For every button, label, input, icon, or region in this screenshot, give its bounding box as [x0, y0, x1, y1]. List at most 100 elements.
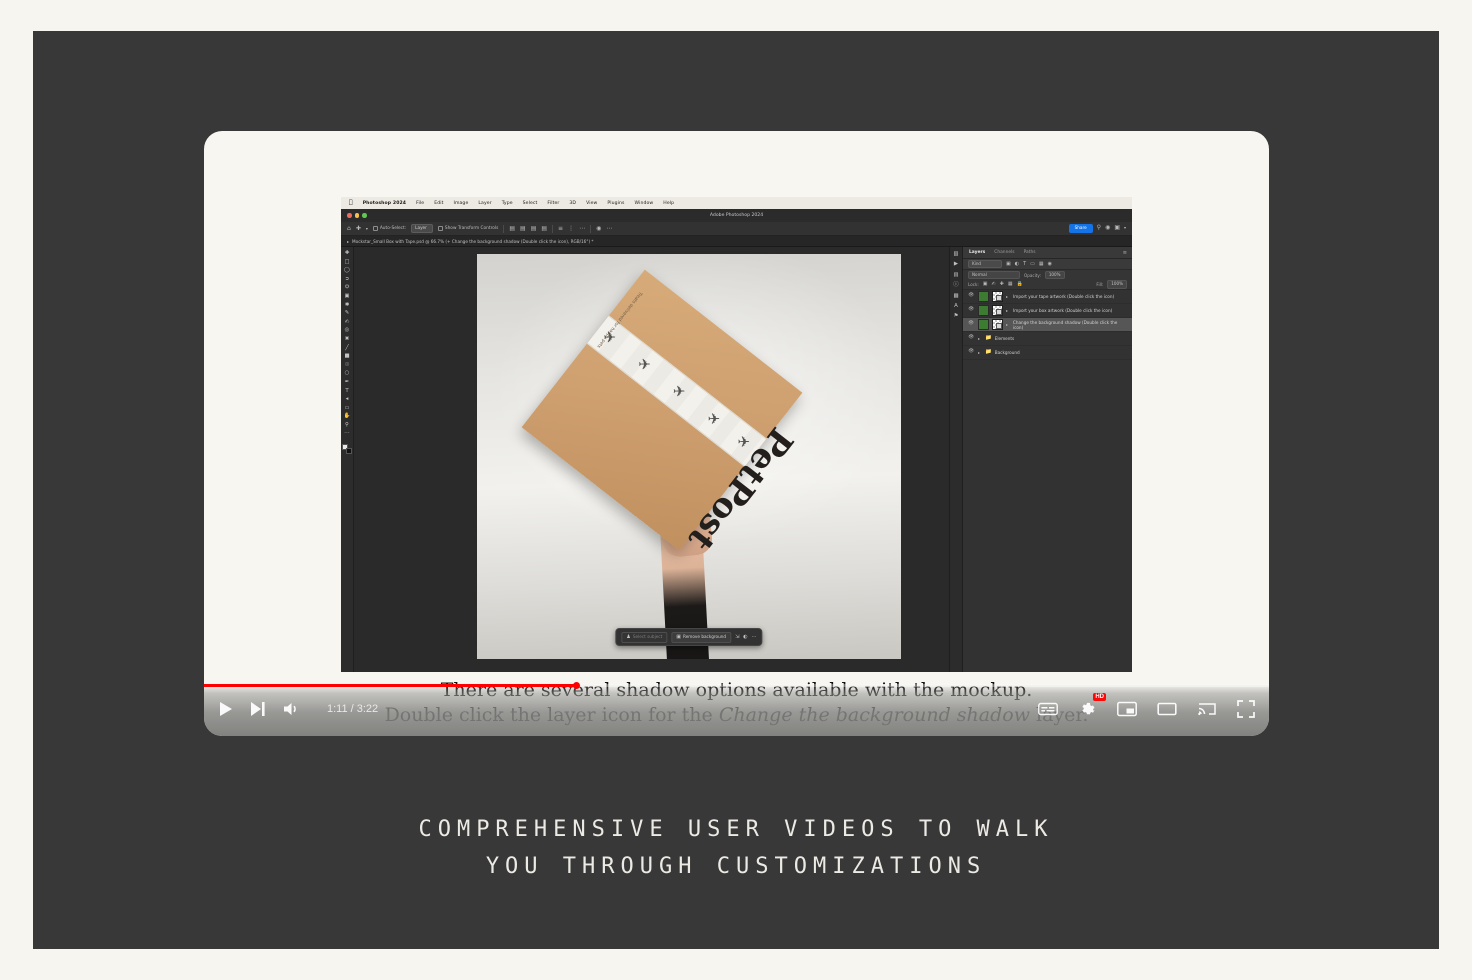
options-bar-right-group[interactable]: Share ⚲ ◉ ▣ ▾ — [1068, 224, 1126, 233]
eyedropper-tool-icon[interactable]: ✱ — [345, 302, 350, 308]
layer-list[interactable]: 👁 ▸ Import your tape artwork (Double cli… — [963, 290, 1132, 672]
smart-object-thumbnail[interactable] — [992, 305, 1003, 316]
menubar-item-filter[interactable]: Filter — [547, 201, 559, 206]
info-panel-icon[interactable]: ⓘ — [953, 282, 958, 288]
menubar-item-view[interactable]: View — [586, 201, 597, 206]
chevron-right-icon[interactable]: ▸ — [978, 350, 982, 355]
menubar-item-type[interactable]: Type — [502, 201, 513, 206]
background-color[interactable] — [346, 448, 352, 455]
align-horizontal-centers-icon[interactable]: ▤ — [520, 225, 526, 232]
character-panel-icon[interactable]: A — [954, 303, 958, 309]
panel-menu-icon[interactable]: ≡ — [1123, 250, 1127, 256]
smart-object-thumbnail[interactable] — [991, 319, 1003, 330]
remove-background-button[interactable]: ▣ Remove background — [671, 631, 732, 643]
type-tool-icon[interactable]: T — [345, 388, 348, 394]
workspace-switcher-icon[interactable]: ▣ — [1114, 225, 1120, 231]
next-video-button[interactable] — [250, 701, 266, 717]
filter-type-layers-icon[interactable]: T — [1023, 261, 1026, 267]
checkbox-icon[interactable] — [372, 226, 378, 231]
filter-smart-objects-icon[interactable]: ▦ — [1039, 261, 1044, 267]
layers-panel[interactable]: Layers Channels Paths ≡ Kind ▣ ◐ T ▭ ▦ ◉ — [962, 247, 1132, 672]
blend-mode-select[interactable]: Normal — [968, 270, 1020, 280]
align-right-edges-icon[interactable]: ▤ — [531, 225, 537, 232]
show-transform-controls-checkbox[interactable]: Show Transform Controls — [437, 226, 498, 231]
table-row[interactable]: 👁 ▸ Import your tape artwork (Double cli… — [963, 290, 1132, 304]
theater-mode-button[interactable] — [1157, 701, 1177, 717]
layer-color-thumbnail[interactable] — [977, 319, 989, 330]
document-tab[interactable]: ▸ Mockstar_Small Box with Tape.psd @ 66.… — [341, 236, 1132, 247]
table-row[interactable]: 👁 ▸ Change the background shadow (Double… — [963, 318, 1132, 332]
menubar-item-layer[interactable]: Layer — [478, 201, 491, 206]
tool-preset-chevron-icon[interactable]: ▾ — [366, 226, 368, 231]
filter-toggle-icon[interactable]: ◉ — [1048, 261, 1052, 267]
opacity-value[interactable]: 100% — [1044, 270, 1065, 280]
zoom-tool-icon[interactable]: ⚲ — [345, 422, 349, 428]
progress-bar-handle[interactable] — [573, 682, 581, 689]
contextual-taskbar[interactable]: ♟ Select subject ▣ Remove background ⇲ ◐… — [615, 628, 763, 646]
align-and-distribute-icon[interactable]: ⋯ — [579, 225, 585, 232]
dodge-tool-icon[interactable]: ○ — [345, 370, 350, 376]
align-top-edges-icon[interactable]: ▤ — [541, 225, 547, 232]
hand-tool-icon[interactable]: ✋ — [344, 413, 351, 419]
chevron-down-icon[interactable]: ▾ — [1124, 226, 1126, 230]
foreground-background-color-swatch[interactable] — [342, 444, 352, 455]
menubar-item-help[interactable]: Help — [663, 201, 674, 206]
brush-tool-icon[interactable]: ✍ — [345, 319, 350, 325]
panel-tab-row[interactable]: Layers Channels Paths ≡ — [963, 247, 1132, 259]
select-subject-button[interactable]: ♟ Select subject — [621, 631, 668, 643]
distribute-horizontal-icon[interactable]: ⋮ — [568, 225, 574, 232]
three-d-mode-icon[interactable]: ◉ — [596, 225, 601, 232]
auto-select-checkbox[interactable]: Auto-Select: — [372, 226, 406, 231]
chevron-right-icon[interactable]: ▸ — [1006, 294, 1010, 299]
blend-mode-row[interactable]: Normal Opacity: 100% — [963, 270, 1132, 280]
menubar-item-select[interactable]: Select — [523, 201, 538, 206]
taskbar-more-icon[interactable]: ⋯ — [752, 634, 757, 640]
smart-object-thumbnail[interactable] — [992, 291, 1003, 302]
move-tool-icon[interactable]: ✚ — [356, 225, 361, 232]
play-button[interactable] — [218, 701, 233, 717]
user-avatar-icon[interactable]: ◉ — [1105, 225, 1110, 231]
table-row[interactable]: 👁 ▸ 📁 Elements — [963, 332, 1132, 346]
more-options-icon[interactable]: ⋯ — [606, 225, 612, 232]
controls-left-group[interactable]: 1:11 / 3:22 — [218, 701, 378, 717]
distribute-vertical-icon[interactable]: ≡ — [558, 225, 563, 232]
history-brush-tool-icon[interactable]: ✖ — [345, 336, 350, 342]
tab-chevron-icon[interactable]: ▸ — [347, 239, 349, 244]
layer-comps-panel-icon[interactable]: ▦ — [953, 293, 958, 299]
menubar-item-3d[interactable]: 3D — [569, 201, 576, 206]
eye-icon[interactable]: 👁 — [967, 294, 975, 299]
healing-brush-tool-icon[interactable]: ✎ — [345, 310, 350, 316]
clone-stamp-tool-icon[interactable]: ◎ — [345, 327, 350, 333]
filter-pixel-layers-icon[interactable]: ▣ — [1006, 261, 1011, 267]
layer-color-thumbnail[interactable] — [978, 305, 989, 316]
pen-tool-icon[interactable]: ✒ — [345, 379, 350, 385]
crop-tool-icon[interactable]: ⏣ — [345, 284, 350, 290]
checkbox-icon[interactable] — [437, 226, 443, 231]
filter-adjustment-layers-icon[interactable]: ◐ — [1015, 261, 1019, 267]
controls-right-group[interactable]: HD — [1038, 692, 1255, 719]
filter-kind-select[interactable]: Kind — [968, 259, 1002, 269]
eye-icon[interactable]: 👁 — [967, 308, 975, 313]
lock-artboard-nesting-icon[interactable]: ▦ — [1008, 282, 1013, 287]
tab-paths[interactable]: Paths — [1024, 250, 1036, 255]
filter-shape-layers-icon[interactable]: ▭ — [1030, 261, 1035, 267]
canvas-area[interactable]: ✈ ✈ ✈ ✈ ✈ Treats delivered for happy pet… — [354, 247, 949, 672]
table-row[interactable]: 👁 ▸ Import your box artwork (Double clic… — [963, 304, 1132, 318]
menubar-item-file[interactable]: File — [416, 201, 424, 206]
lock-position-icon[interactable]: ✚ — [1000, 282, 1004, 287]
menubar-item-edit[interactable]: Edit — [434, 201, 443, 206]
layer-color-thumbnail[interactable] — [978, 291, 989, 302]
gradient-tool-icon[interactable]: ■ — [344, 353, 349, 359]
transform-icon[interactable]: ⇲ — [735, 634, 739, 640]
menubar-item-image[interactable]: Image — [453, 201, 468, 206]
lock-row[interactable]: Lock: ▣ ✍ ✚ ▦ 🔒 Fill: 100% — [963, 280, 1132, 290]
adjustment-icon[interactable]: ◐ — [743, 634, 747, 640]
lock-all-icon[interactable]: 🔒 — [1017, 282, 1023, 287]
lock-image-pixels-icon[interactable]: ✍ — [991, 282, 995, 287]
tools-panel[interactable]: ✚ □ ◯ ➲ ⏣ ▣ ✱ ✎ ✍ ◎ ✖ ╱ ■ ☉ ○ ✒ T ◂ ▭ ✋ … — [341, 247, 354, 672]
tab-channels[interactable]: Channels — [994, 250, 1014, 255]
video-player-card[interactable]:  Photoshop 2024 File Edit Image Layer T… — [204, 131, 1269, 736]
progress-bar-track[interactable] — [204, 682, 1269, 689]
fullscreen-button[interactable] — [1237, 700, 1255, 718]
adjustments-panel-icon[interactable]: ▶ — [954, 261, 958, 267]
